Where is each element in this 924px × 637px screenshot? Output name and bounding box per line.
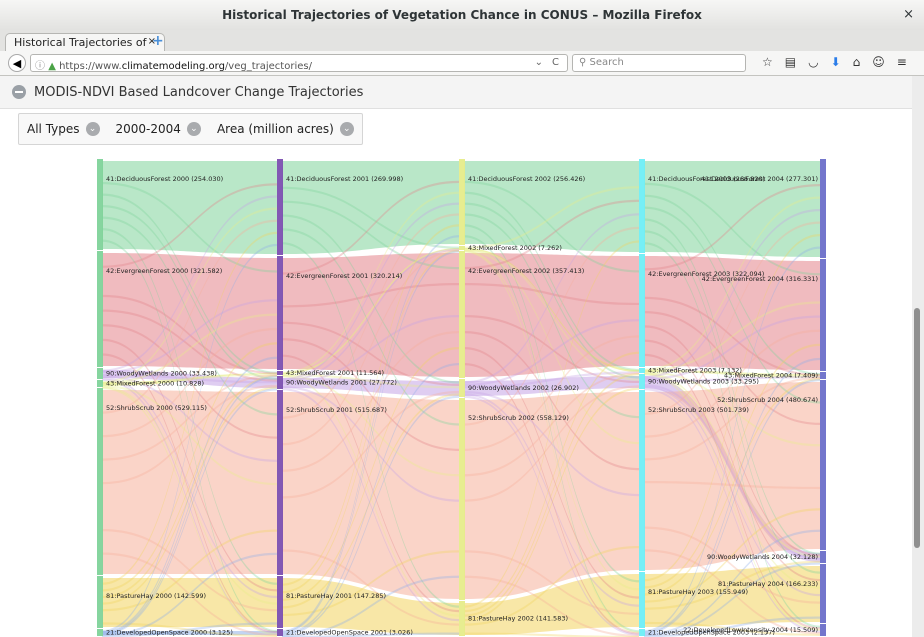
- sankey-node: [277, 256, 283, 370]
- window-close-icon[interactable]: ×: [903, 7, 914, 22]
- sankey-node: [459, 246, 465, 250]
- sankey-node: [459, 379, 465, 397]
- sankey-node: [277, 629, 283, 636]
- sankey-node-label: 90:WoodyWetlands 2001 (27.772): [286, 379, 397, 387]
- url-domain: climatemodeling.org: [121, 61, 225, 72]
- sankey-node: [97, 576, 103, 628]
- window-titlebar: Historical Trajectories of Vegetation Ch…: [0, 0, 924, 31]
- search-input[interactable]: ⚲ Search: [572, 54, 746, 72]
- tab-active[interactable]: Historical Trajectories of ... ×: [5, 33, 165, 62]
- sankey-node-label: 41:DeciduousForest 2002 (256.426): [468, 175, 585, 183]
- sankey-node: [277, 376, 283, 389]
- sankey-node: [97, 251, 103, 367]
- sankey-node: [639, 629, 645, 636]
- download-icon[interactable]: ⬇: [831, 55, 841, 73]
- sankey-node-label: 41:DeciduousForest 2001 (269.998): [286, 175, 403, 183]
- new-tab-icon[interactable]: +: [152, 33, 164, 49]
- search-icon: ⚲: [579, 57, 587, 68]
- sankey-node: [459, 159, 465, 245]
- sankey-node-label: 43:MixedForest 2000 (10.828): [106, 380, 204, 388]
- scrollbar-thumb[interactable]: [914, 308, 920, 548]
- url-dropdown-icon[interactable]: ⌄: [535, 57, 543, 68]
- sankey-node: [820, 380, 826, 550]
- sankey-node: [639, 368, 645, 373]
- sankey-node: [277, 371, 283, 375]
- sankey-node-label: 41:DeciduousForest 2004 (277.301): [701, 175, 818, 183]
- sankey-node-label: 81:PastureHay 2003 (155.949): [648, 588, 748, 596]
- sankey-node: [639, 254, 645, 367]
- sankey-node: [820, 159, 826, 258]
- sankey-node: [277, 576, 283, 628]
- sankey-node: [459, 601, 465, 636]
- sankey-node-label: 42:EvergreenForest 2002 (357.413): [468, 267, 584, 275]
- home-icon[interactable]: ⌂: [853, 55, 861, 73]
- sankey-node-label: 21:DevelopedOpenSpace 2001 (3.026): [286, 629, 413, 637]
- search-placeholder: Search: [589, 57, 624, 68]
- sankey-node-label: 43:MixedForest 2001 (11.564): [286, 369, 384, 377]
- sankey-node-label: 90:WoodyWetlands 2000 (33.438): [106, 370, 217, 378]
- sankey-node: [820, 564, 826, 623]
- star-icon[interactable]: ☆: [762, 55, 773, 73]
- sankey-node-label: 21:DevelopedOpenSpace 2000 (3.125): [106, 629, 233, 637]
- sankey-node-label: 81:PastureHay 2004 (166.233): [718, 580, 818, 588]
- menu-icon[interactable]: ≡: [897, 55, 907, 73]
- sankey-node: [459, 251, 465, 378]
- sankey-node: [97, 368, 103, 379]
- sankey-node: [820, 372, 826, 379]
- chat-icon[interactable]: ☺: [872, 55, 885, 73]
- url-bar[interactable]: ⓘ ▲ https://www.climatemodeling.org/veg_…: [30, 54, 568, 72]
- sankey-node-label: 52:ShrubScrub 2003 (501.739): [648, 406, 749, 414]
- sankey-node: [820, 259, 826, 371]
- sankey-node-label: 22:DevelopedLowIntensity 2004 (15.509): [683, 626, 818, 634]
- sankey-node-label: 90:WoodyWetlands 2004 (32.128): [707, 553, 818, 561]
- sankey-node: [639, 159, 645, 253]
- sankey-node: [97, 388, 103, 575]
- site-info-icon[interactable]: ⓘ: [35, 61, 45, 72]
- sankey-node: [820, 624, 826, 636]
- sankey-node: [820, 551, 826, 563]
- reading-list-icon[interactable]: ▤: [785, 55, 796, 73]
- sankey-node: [97, 159, 103, 250]
- pocket-icon[interactable]: ◡: [808, 55, 818, 73]
- sankey-node-label: 52:ShrubScrub 2004 (480.674): [717, 396, 818, 404]
- sankey-node-label: 43:MixedForest 2004 (7.409): [724, 372, 818, 380]
- sankey-node-label: 81:PastureHay 2002 (141.583): [468, 615, 568, 623]
- sankey-node: [97, 629, 103, 636]
- url-path: /veg_trajectories/: [224, 61, 312, 72]
- toolbar-icons: ☆ ▤ ◡ ⬇ ⌂ ☺ ≡: [762, 55, 907, 73]
- sankey-node-label: 42:EvergreenForest 2004 (316.331): [702, 275, 818, 283]
- tab-bar: Historical Trajectories of ... ×: [0, 30, 924, 62]
- sankey-node-label: 42:EvergreenForest 2000 (321.582): [106, 267, 222, 275]
- back-arrow-icon[interactable]: ◀: [8, 54, 26, 72]
- sankey-node: [277, 390, 283, 575]
- sankey-node: [277, 159, 283, 255]
- sankey-node: [639, 572, 645, 628]
- sankey-link: [102, 578, 277, 627]
- lock-icon: ▲: [48, 61, 56, 72]
- navigation-toolbar: ◀ ⓘ ▲ https://www.climatemodeling.org/ve…: [0, 51, 924, 76]
- sankey-node: [459, 398, 465, 600]
- sankey-node-label: 81:PastureHay 2000 (142.599): [106, 592, 206, 600]
- window-title: Historical Trajectories of Vegetation Ch…: [222, 8, 702, 22]
- sankey-node-label: 52:ShrubScrub 2001 (515.687): [286, 406, 387, 414]
- sankey-node-label: 43:MixedForest 2002 (7.262): [468, 244, 562, 252]
- url-prefix: https://www.: [59, 61, 122, 72]
- sankey-node-label: 81:PastureHay 2001 (147.285): [286, 592, 386, 600]
- page-content: MODIS-NDVI Based Landcover Change Trajec…: [0, 76, 912, 637]
- sankey-diagram: 41:DeciduousForest 2000 (254.030) 42:Ever…: [97, 159, 826, 637]
- reload-icon[interactable]: C: [552, 57, 559, 68]
- sankey-node-label: 41:DeciduousForest 2000 (254.030): [106, 175, 223, 183]
- sankey-node: [639, 390, 645, 571]
- sankey-node-label: 52:ShrubScrub 2000 (529.115): [106, 404, 207, 412]
- sankey-node-label: 42:EvergreenForest 2001 (320.214): [286, 272, 402, 280]
- sankey-node-label: 52:ShrubScrub 2002 (558.129): [468, 414, 569, 422]
- sankey-node-label: 90:WoodyWetlands 2002 (26.902): [468, 384, 579, 392]
- sankey-node: [639, 374, 645, 389]
- sankey-node: [97, 380, 103, 387]
